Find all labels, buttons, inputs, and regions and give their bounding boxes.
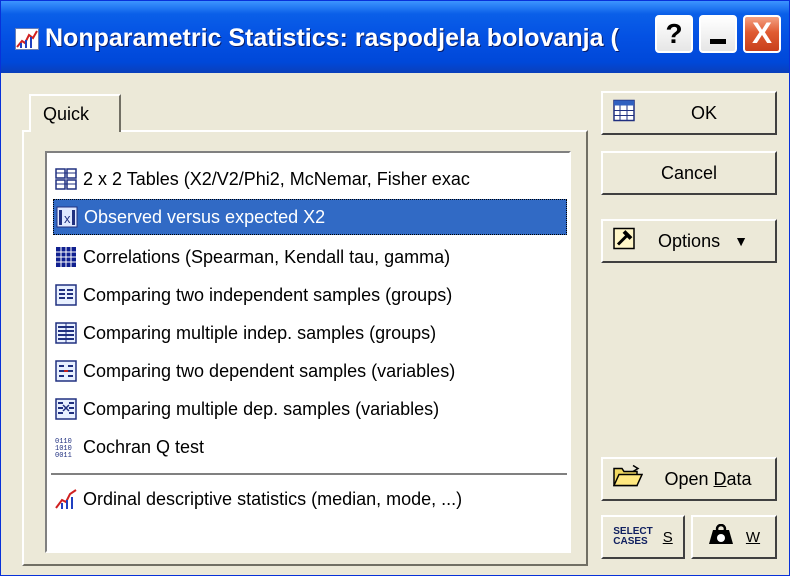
weight-key: W	[745, 528, 761, 546]
open-data-label: Open Data	[664, 469, 751, 490]
list-item-label: Comparing multiple indep. samples (group…	[83, 322, 437, 343]
list-item-multiple-dependent[interactable]: Comparing multiple dep. samples (variabl…	[53, 391, 567, 427]
list-item-correlations[interactable]: Correlations (Spearman, Kendall tau, gam…	[53, 239, 567, 275]
help-icon: ?	[665, 18, 683, 49]
dialog-window: Nonparametric Statistics: raspodjela bol…	[0, 0, 790, 576]
correlation-matrix-icon	[56, 247, 76, 267]
list-item-two-dependent[interactable]: Comparing two dependent samples (variabl…	[53, 353, 567, 389]
open-data-button[interactable]: Open Data	[601, 457, 777, 501]
open-data-mnemonic: D	[713, 468, 727, 489]
select-cases-key: S	[662, 528, 673, 546]
options-button[interactable]: Options ▼	[601, 219, 777, 263]
two-dependent-icon	[55, 360, 77, 382]
close-button[interactable]: X	[743, 15, 781, 53]
list-separator	[51, 473, 567, 476]
options-hammer-icon	[613, 227, 635, 255]
two-independent-icon	[55, 284, 77, 306]
list-item-2x2-tables[interactable]: 2 x 2 Tables (X2/V2/Phi2, McNemar, Fishe…	[53, 161, 567, 197]
ok-label: OK	[690, 102, 717, 123]
list-item-two-independent[interactable]: Comparing two independent samples (group…	[53, 277, 567, 313]
svg-text:x: x	[64, 211, 71, 226]
multiple-dependent-icon	[55, 398, 77, 420]
title-bar[interactable]: Nonparametric Statistics: raspodjela bol…	[1, 1, 789, 73]
list-item-label: Cochran Q test	[83, 436, 205, 457]
select-cases-button[interactable]: SELECT CASES S	[601, 515, 685, 559]
select-cases-icon: SELECT CASES	[613, 527, 652, 547]
list-item-label: 2 x 2 Tables (X2/V2/Phi2, McNemar, Fishe…	[83, 168, 470, 189]
tab-quick-label: Quick	[43, 104, 90, 124]
window-title: Nonparametric Statistics: raspodjela bol…	[45, 24, 619, 52]
list-item-label: Correlations (Spearman, Kendall tau, gam…	[83, 246, 451, 267]
open-data-prefix: Open	[664, 468, 714, 489]
list-item-cochran-q[interactable]: 0110 1010 0011 Cochran Q test	[53, 429, 567, 465]
minimize-button[interactable]	[699, 15, 737, 53]
list-item-multiple-independent[interactable]: Comparing multiple indep. samples (group…	[53, 315, 567, 351]
open-data-suffix: ata	[726, 468, 752, 489]
cancel-label: Cancel	[660, 162, 718, 183]
cancel-button[interactable]: Cancel	[601, 151, 777, 195]
list-item-label: Comparing two independent samples (group…	[83, 284, 453, 305]
multiple-independent-icon	[55, 322, 77, 344]
folder-open-icon	[612, 464, 644, 494]
select-cases-line2: CASES	[613, 536, 648, 547]
minimize-icon	[710, 38, 726, 44]
weight-button[interactable]: W	[691, 515, 777, 559]
ordinal-chart-icon	[55, 489, 77, 509]
ok-button[interactable]: OK	[601, 91, 777, 135]
table-2x2-icon	[55, 168, 77, 190]
svg-text:0011: 0011	[55, 452, 72, 458]
analysis-listbox[interactable]: 2 x 2 Tables (X2/V2/Phi2, McNemar, Fishe…	[45, 151, 571, 553]
observed-expected-icon: x	[56, 206, 78, 228]
weight-icon	[708, 523, 734, 551]
chevron-down-icon: ▼	[734, 233, 748, 249]
spreadsheet-icon	[613, 99, 635, 127]
close-icon: X	[751, 17, 772, 50]
help-button[interactable]: ?	[655, 15, 693, 53]
list-item-label: Comparing multiple dep. samples (variabl…	[83, 398, 440, 419]
options-label: Options	[658, 230, 721, 251]
list-item-label: Comparing two dependent samples (variabl…	[83, 360, 456, 381]
tab-quick[interactable]: Quick	[29, 94, 121, 132]
binary-data-icon: 0110 1010 0011	[55, 438, 72, 458]
app-chart-icon	[15, 28, 39, 50]
list-item-observed-expected[interactable]: x Observed versus expected X2	[53, 199, 567, 235]
list-item-label: Observed versus expected X2	[84, 206, 326, 227]
list-item-label: Ordinal descriptive statistics (median, …	[83, 488, 463, 509]
list-item-ordinal-descriptive[interactable]: Ordinal descriptive statistics (median, …	[53, 481, 567, 517]
